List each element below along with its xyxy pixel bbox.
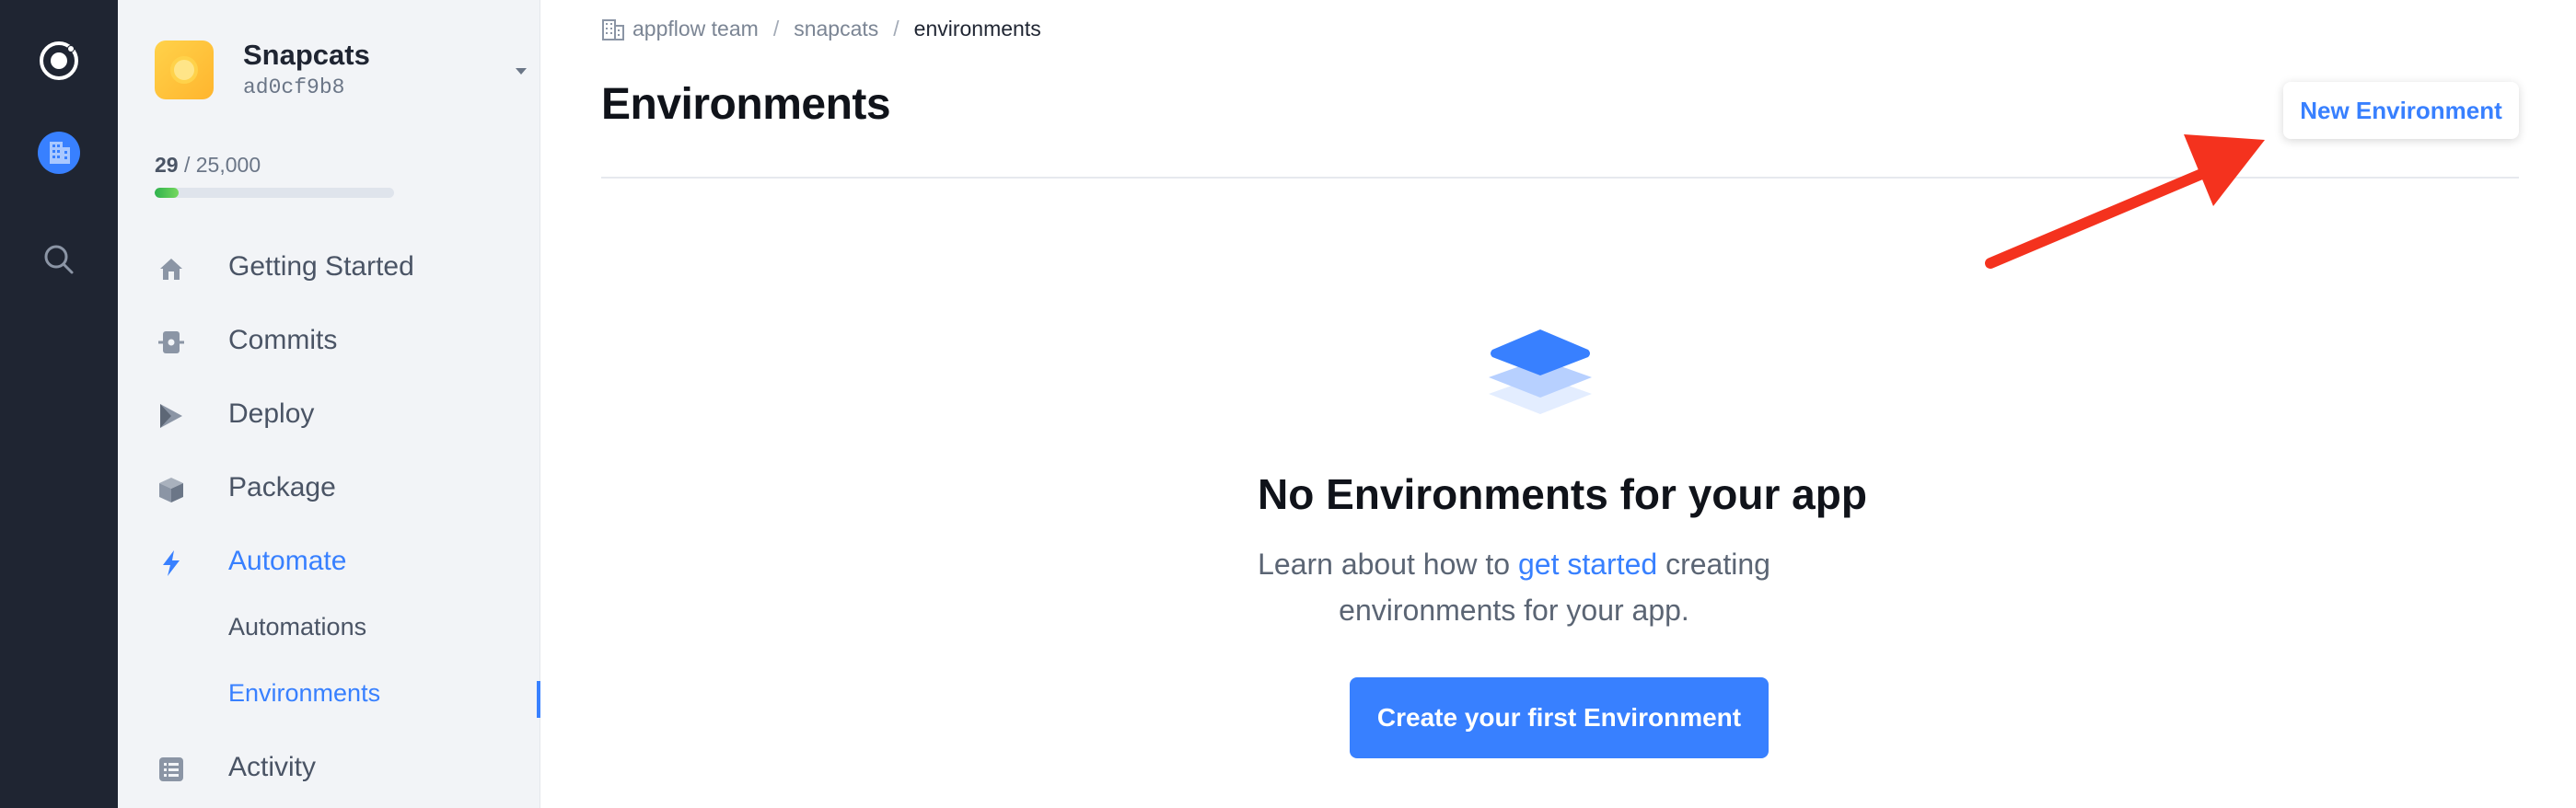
- breadcrumb-separator: /: [893, 17, 899, 40]
- sidebar-item-getting-started[interactable]: Getting Started: [118, 241, 540, 293]
- breadcrumb-app-link[interactable]: snapcats: [794, 17, 878, 41]
- ionic-logo-icon[interactable]: [0, 39, 118, 83]
- usage-progress-bar: [155, 188, 394, 198]
- sidebar-subitem-environments[interactable]: Environments: [228, 679, 380, 708]
- sidebar-item-label: Package: [228, 472, 336, 502]
- get-started-link[interactable]: get started: [1518, 548, 1657, 581]
- page-title: Environments: [601, 80, 891, 129]
- layers-icon: [1485, 322, 1595, 430]
- sidebar-item-deploy[interactable]: Deploy: [118, 388, 540, 440]
- activity-list-icon: [157, 755, 186, 784]
- create-first-environment-button[interactable]: Create your first Environment: [1350, 677, 1769, 758]
- sidebar: Snapcats ad0cf9b8 29 / 25,000 Getting St…: [118, 0, 540, 808]
- icon-rail: [0, 0, 118, 808]
- sidebar-item-label: Getting Started: [228, 251, 414, 282]
- app-switcher[interactable]: Snapcats ad0cf9b8: [155, 39, 527, 103]
- breadcrumb-separator: /: [772, 17, 780, 40]
- sidebar-item-package[interactable]: Package: [118, 462, 540, 514]
- sidebar-item-label: Automate: [228, 546, 347, 576]
- main-content: appflow team / snapcats / environments E…: [540, 0, 2576, 808]
- chevron-down-icon[interactable]: [516, 68, 527, 75]
- app-name: Snapcats: [243, 39, 370, 71]
- organization-avatar-icon[interactable]: [0, 131, 118, 175]
- lightning-icon: [157, 548, 186, 578]
- sidebar-item-label: Deploy: [228, 398, 315, 429]
- sidebar-subitem-automations[interactable]: Automations: [228, 613, 366, 641]
- sidebar-item-commits[interactable]: Commits: [118, 315, 540, 366]
- new-environment-button[interactable]: New Environment: [2283, 82, 2519, 139]
- commit-icon: [157, 328, 186, 357]
- empty-state-description: Learn about how to get started creating …: [1258, 548, 1770, 627]
- breadcrumb: appflow team / snapcats / environments: [601, 17, 1041, 41]
- app-id: ad0cf9b8: [243, 75, 345, 99]
- breadcrumb-team-link[interactable]: appflow team: [632, 17, 759, 41]
- breadcrumb-current: environments: [913, 17, 1041, 40]
- usage-count: 29 / 25,000: [155, 153, 261, 177]
- header-divider: [601, 177, 2519, 179]
- deploy-icon: [157, 401, 186, 431]
- search-icon[interactable]: [0, 241, 118, 278]
- empty-state-title: No Environments for your app: [1258, 470, 1867, 518]
- home-icon: [157, 254, 186, 283]
- sidebar-item-activity[interactable]: Activity: [118, 742, 540, 793]
- building-icon: [601, 18, 625, 40]
- package-icon: [157, 475, 186, 504]
- sidebar-item-automate[interactable]: Automate: [118, 536, 540, 587]
- sidebar-item-label: Commits: [228, 325, 338, 355]
- sidebar-item-label: Activity: [228, 752, 317, 782]
- app-logo-icon: [155, 40, 214, 99]
